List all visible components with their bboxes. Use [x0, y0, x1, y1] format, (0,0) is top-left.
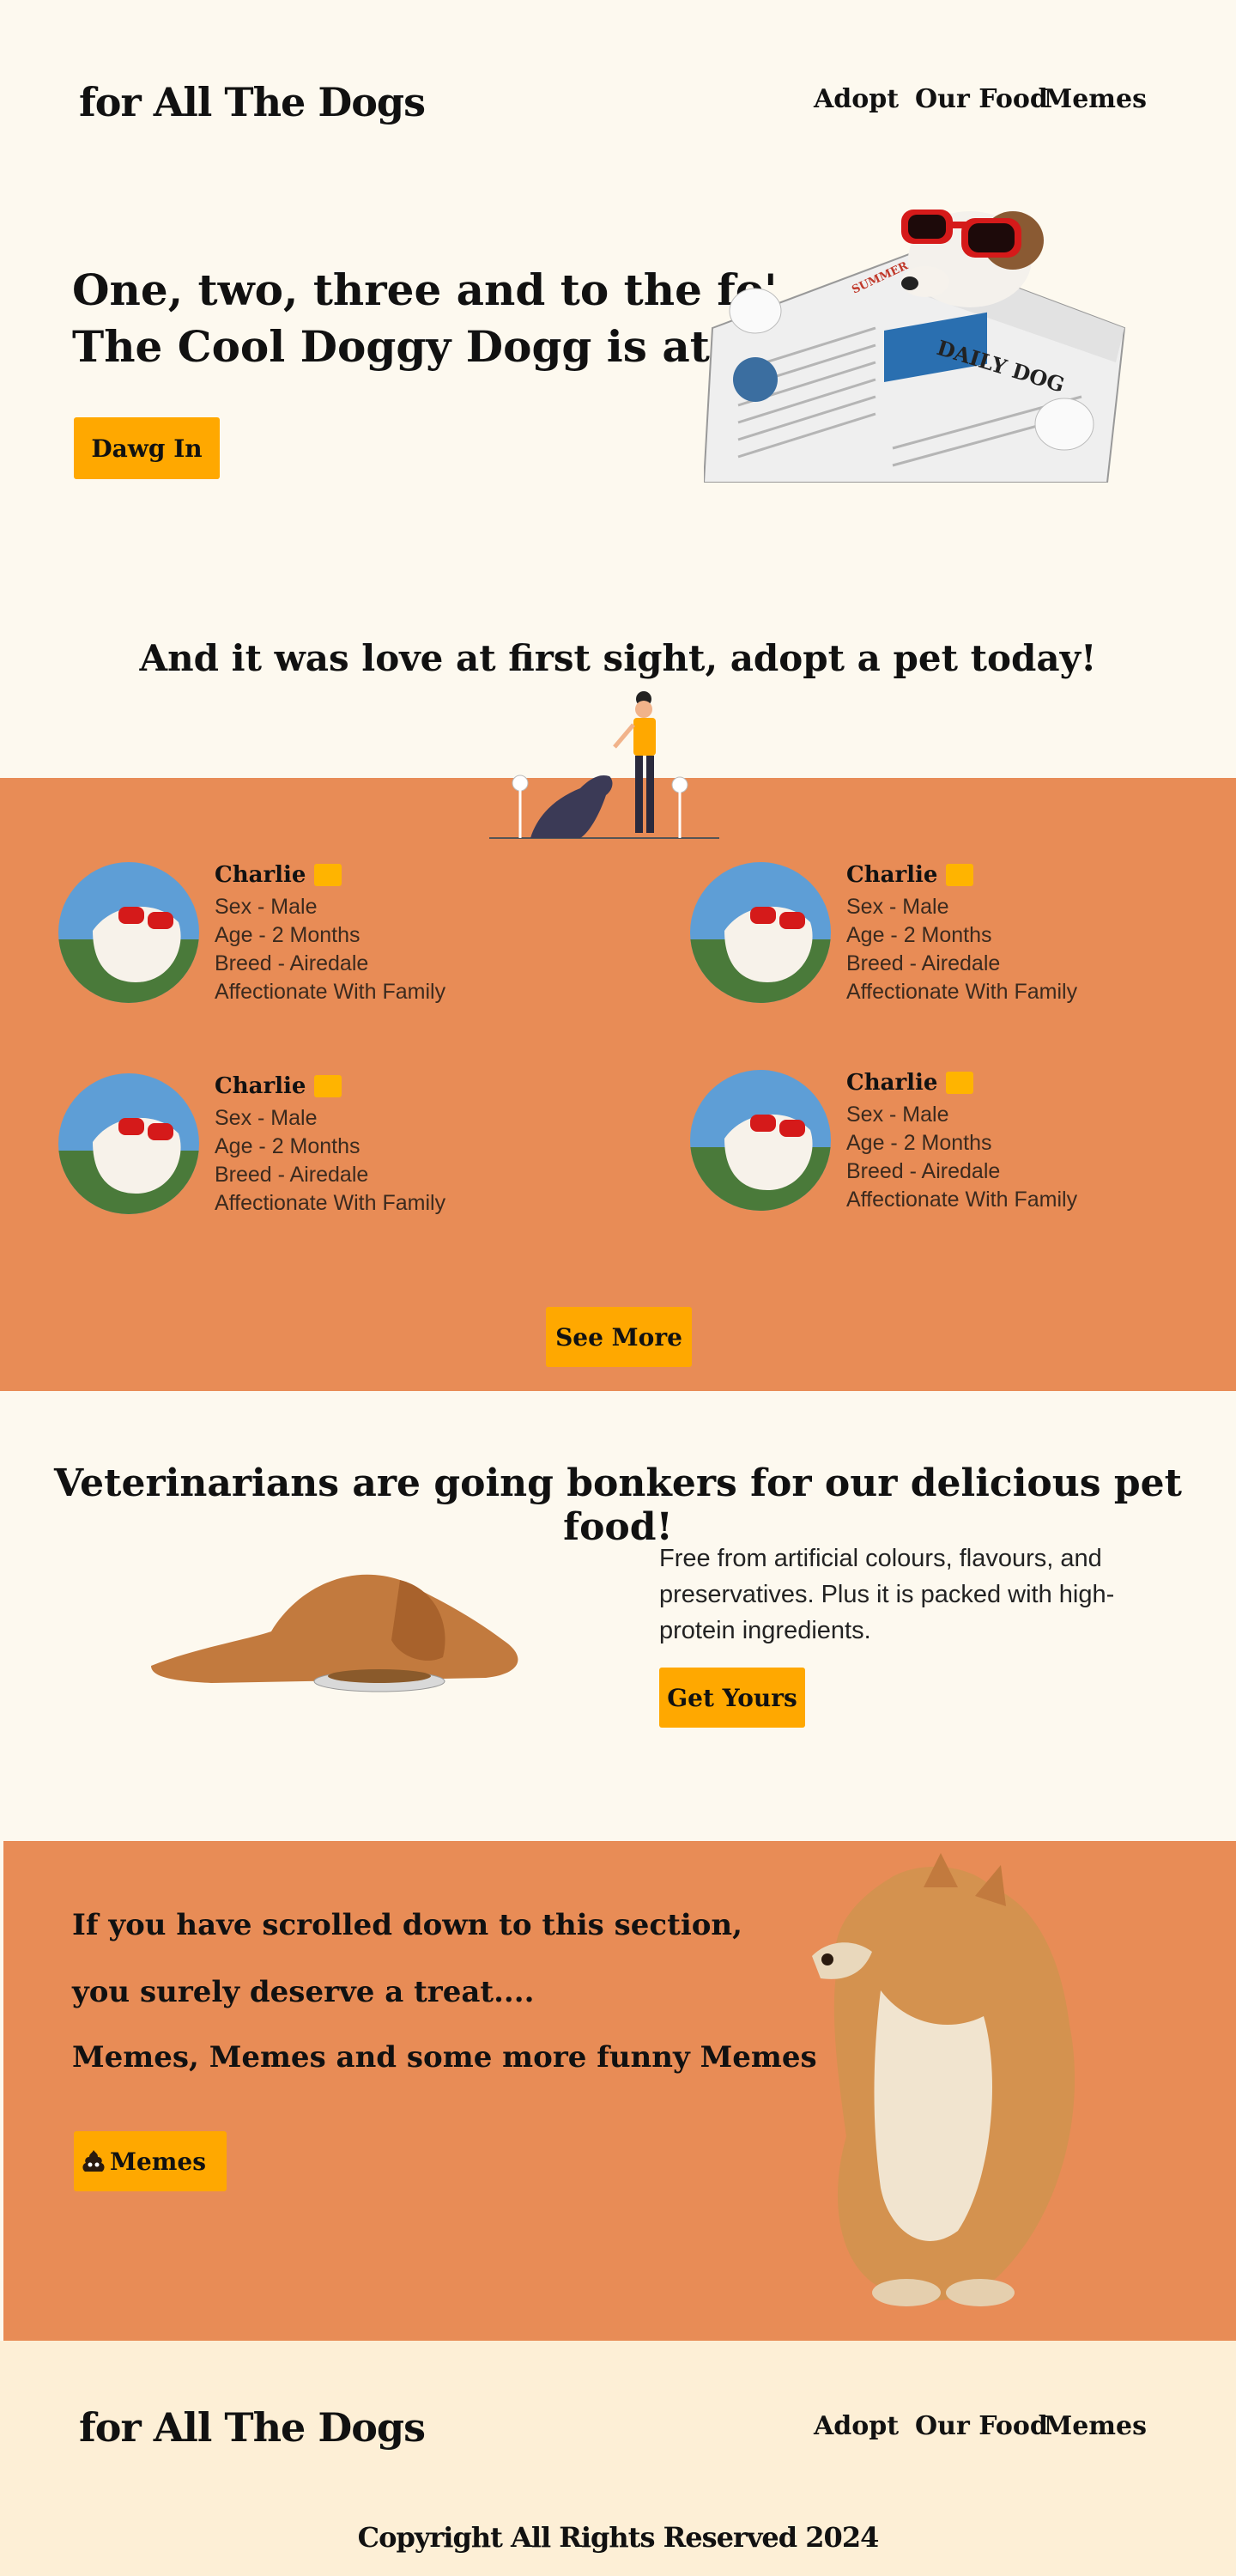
id-card-icon[interactable] [314, 864, 342, 886]
cheems-doge-illustration [812, 1853, 1075, 2306]
pet-sex: Sex - Male [846, 895, 949, 919]
footer-nav-our-food[interactable]: Our Food [915, 2411, 1048, 2441]
pet-breed: Breed - Airedale [215, 951, 369, 975]
food-section-title: Veterinarians are going bonkers for our … [54, 1461, 1182, 1549]
dawg-in-button[interactable]: Dawg In [74, 417, 220, 479]
id-card-icon[interactable] [946, 1072, 974, 1094]
memes-line-1: If you have scrolled down to this sectio… [72, 1908, 742, 1942]
memes-line-2: you surely deserve a treat.... [72, 1975, 535, 2009]
pet-age: Age - 2 Months [215, 923, 360, 947]
dog-eating-illustration [151, 1574, 518, 1692]
pet-age: Age - 2 Months [846, 1131, 992, 1155]
poop-emoji-icon [81, 2148, 106, 2174]
pet-name: Charlie [846, 862, 938, 888]
id-card-icon[interactable] [314, 1075, 342, 1097]
pet-breed: Breed - Airedale [215, 1163, 369, 1187]
pet-age: Age - 2 Months [846, 923, 992, 947]
pet-sex: Sex - Male [846, 1103, 949, 1127]
pet-photo [58, 1073, 199, 1214]
pet-name: Charlie [215, 862, 306, 888]
footer-logo[interactable]: for All The Dogs [79, 2404, 426, 2451]
pet-photo [58, 862, 199, 1003]
get-yours-button[interactable]: Get Yours [659, 1668, 805, 1728]
woman-with-dog-illustration [489, 691, 719, 839]
pet-card[interactable]: Charlie Sex - Male Age - 2 Months Breed … [58, 1073, 573, 1219]
pet-name: Charlie [215, 1073, 306, 1099]
site-logo[interactable]: for All The Dogs [79, 79, 426, 125]
pet-card[interactable]: Charlie Sex - Male Age - 2 Months Breed … [58, 862, 573, 1008]
pet-trait: Affectionate With Family [215, 980, 446, 1004]
pet-name-row: Charlie [846, 1070, 974, 1096]
pet-sex: Sex - Male [215, 1106, 318, 1130]
food-description: Free from artificial colours, flavours, … [659, 1545, 1115, 1644]
pet-age: Age - 2 Months [215, 1134, 360, 1158]
memes-button[interactable]: Memes [74, 2131, 227, 2191]
nav-our-food[interactable]: Our Food [915, 84, 1048, 114]
copyright-text: Copyright All Rights Reserved 2024 [357, 2521, 880, 2554]
dog-reading-newspaper-illustration: DAILY DOG SUMMER EDITION [704, 210, 1126, 483]
memes-button-label: Memes [110, 2147, 207, 2176]
pet-trait: Affectionate With Family [215, 1191, 446, 1215]
pet-photo [690, 862, 831, 1003]
nav-adopt[interactable]: Adopt [814, 84, 899, 114]
footer-nav-adopt[interactable]: Adopt [814, 2411, 899, 2441]
footer-nav-memes[interactable]: Memes [1044, 2411, 1147, 2441]
pet-trait: Affectionate With Family [846, 980, 1078, 1004]
see-more-button[interactable]: See More [546, 1307, 692, 1367]
id-card-icon[interactable] [946, 864, 974, 886]
pet-card[interactable]: Charlie Sex - Male Age - 2 Months Breed … [690, 1070, 1205, 1216]
pet-name-row: Charlie [215, 1073, 342, 1099]
pet-card[interactable]: Charlie Sex - Male Age - 2 Months Breed … [690, 862, 1205, 1008]
pet-trait: Affectionate With Family [846, 1188, 1078, 1212]
pet-breed: Breed - Airedale [846, 1159, 1001, 1183]
pet-sex: Sex - Male [215, 895, 318, 919]
pet-name-row: Charlie [846, 862, 974, 888]
pet-name: Charlie [846, 1070, 938, 1096]
hero-heading-line-1: One, two, three and to the fo' [72, 264, 778, 315]
pet-name-row: Charlie [215, 862, 342, 888]
pet-photo [690, 1070, 831, 1211]
nav-memes[interactable]: Memes [1044, 84, 1147, 114]
memes-line-3: Memes, Memes and some more funny Memes [72, 2040, 817, 2075]
adopt-section-title: And it was love at first sight, adopt a … [139, 637, 1097, 679]
pet-breed: Breed - Airedale [846, 951, 1001, 975]
